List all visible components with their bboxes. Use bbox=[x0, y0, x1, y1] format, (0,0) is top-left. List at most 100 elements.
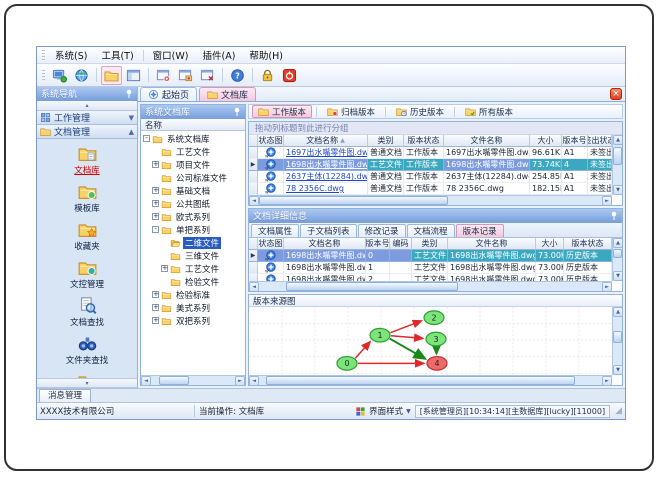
column-header[interactable]: 文件名称 bbox=[448, 238, 536, 250]
expand-icon[interactable]: + bbox=[152, 291, 159, 298]
pin-icon[interactable] bbox=[233, 107, 241, 117]
menu-plugins[interactable]: 插件(A) bbox=[195, 47, 242, 63]
sidebar-item-doc-search[interactable]: 文档查找 bbox=[41, 294, 133, 331]
menu-help[interactable]: 帮助(H) bbox=[242, 47, 290, 63]
scroll-left-icon[interactable]: ◄ bbox=[141, 376, 151, 386]
expand-icon[interactable]: + bbox=[152, 161, 159, 168]
toolbar-drag-grip[interactable] bbox=[42, 69, 45, 81]
tree-node[interactable]: + 项目文件 bbox=[141, 158, 245, 171]
toolbar-monitor-button[interactable] bbox=[49, 66, 70, 85]
tree-node[interactable]: 公司标准文件 bbox=[141, 171, 245, 184]
tab-version-records[interactable]: 版本记录 bbox=[455, 224, 504, 237]
scroll-left-icon[interactable]: ◄ bbox=[249, 376, 259, 386]
tree-node[interactable]: + 工艺文件 bbox=[141, 262, 245, 275]
toolbar-layout-button[interactable] bbox=[123, 66, 144, 85]
tree-node[interactable]: 检验文件 bbox=[141, 275, 245, 288]
tab-modification-records[interactable]: 修改记录 bbox=[357, 224, 406, 237]
sidebar-expand-strip[interactable]: ▾ bbox=[37, 378, 137, 388]
graph-hscrollbar[interactable]: ◄ ► bbox=[249, 375, 612, 386]
table-row[interactable]: ▶ w 1698出水嘴零件图.dwg 工艺文件 工作版本 1698出水嘴零件图.dwg 73… bbox=[249, 159, 612, 171]
sidebar-item-folder-search[interactable]: 文件夹查找 bbox=[41, 332, 133, 369]
scroll-down-icon[interactable]: ▼ bbox=[613, 271, 622, 281]
graph-vscrollbar[interactable]: ▲ ▼ bbox=[612, 307, 623, 375]
version-table-hscrollbar[interactable]: ◄ ► bbox=[249, 195, 612, 205]
column-header[interactable]: 类别 bbox=[412, 238, 448, 250]
tree-column-header[interactable]: 名称 bbox=[141, 119, 245, 131]
toolbar-folder-window-button[interactable] bbox=[101, 65, 122, 85]
column-header[interactable]: 文件名称 bbox=[444, 135, 530, 147]
column-header[interactable]: 版本号 bbox=[562, 135, 588, 147]
collapse-icon[interactable]: - bbox=[152, 226, 159, 233]
sidebar-collapse-strip[interactable]: ▴ bbox=[37, 101, 137, 111]
sidebar-item-favorites[interactable]: 收藏夹 bbox=[41, 218, 133, 255]
toolbar-exit-button[interactable] bbox=[279, 66, 300, 85]
records-vscrollbar[interactable]: ▲ ▼ bbox=[612, 238, 622, 281]
tab-message-management[interactable]: 消息管理 bbox=[39, 389, 92, 402]
pin-icon[interactable] bbox=[125, 89, 133, 99]
sidebar-group-work-management[interactable]: 工作管理 ▼ bbox=[37, 111, 137, 125]
collapse-icon[interactable]: - bbox=[143, 135, 150, 142]
version-table-vscrollbar[interactable]: ▲ ▼ bbox=[612, 135, 622, 195]
tree-node[interactable]: 二维文件 bbox=[141, 236, 245, 249]
tab-doc-library[interactable]: 文档库 bbox=[199, 87, 257, 101]
table-row[interactable]: w1698出水嘴零件图.dwg1工艺文件1698出水嘴零件图.dwg73.00K… bbox=[249, 262, 612, 274]
menu-tools[interactable]: 工具(T) bbox=[94, 47, 140, 63]
column-header[interactable]: 版本状态 bbox=[564, 238, 612, 250]
expand-icon[interactable]: + bbox=[152, 200, 159, 207]
tree-node[interactable]: + 欧式系列 bbox=[141, 210, 245, 223]
scroll-up-icon[interactable]: ▲ bbox=[613, 135, 622, 145]
resize-grip[interactable]: ◢ bbox=[615, 406, 622, 416]
scroll-right-icon[interactable]: ► bbox=[602, 196, 612, 205]
sidebar-item-doc-control[interactable]: 文控管理 bbox=[41, 256, 133, 293]
toolbar-globe-button[interactable] bbox=[71, 66, 92, 85]
column-header[interactable]: 文档名称 ▲ bbox=[284, 135, 368, 147]
sidebar-item-template-library[interactable]: 模板库 bbox=[41, 180, 133, 217]
interface-style-selector[interactable]: 界面样式 ▼ bbox=[355, 405, 411, 417]
tree-node[interactable]: 工艺文件 bbox=[141, 145, 245, 158]
scroll-up-icon[interactable]: ▲ bbox=[613, 307, 623, 317]
expand-icon[interactable]: + bbox=[152, 213, 159, 220]
column-header[interactable]: 大小 bbox=[530, 135, 562, 147]
sidebar-item-doc-library[interactable]: 文档库 bbox=[41, 142, 133, 179]
expand-icon[interactable]: + bbox=[152, 304, 159, 311]
table-row[interactable]: ▶ w 1698出水嘴零件图.dwg 0 工艺文件 1698出水嘴零件图.dwg 73.00… bbox=[249, 250, 612, 262]
expand-icon[interactable]: + bbox=[152, 317, 159, 324]
tree-node[interactable]: 三维文件 bbox=[141, 249, 245, 262]
column-header[interactable]: 文档名称 bbox=[284, 238, 366, 250]
sidebar-item-checked-out-docs[interactable]: 签出的文档 bbox=[41, 370, 133, 378]
tree-node[interactable]: + 检验标准 bbox=[141, 288, 245, 301]
tree-node[interactable]: + 公共图纸 bbox=[141, 197, 245, 210]
version-source-graph[interactable]: 0 1 2 3 4 bbox=[249, 307, 612, 375]
tree-node[interactable]: + 基础文档 bbox=[141, 184, 245, 197]
toolbar-lock-button[interactable] bbox=[257, 66, 278, 85]
sidebar-group-doc-management[interactable]: 文档管理 ▲ bbox=[37, 125, 137, 139]
scroll-up-icon[interactable]: ▲ bbox=[613, 238, 622, 248]
menu-drag-grip[interactable] bbox=[42, 49, 45, 61]
archive-version-button[interactable]: 归档版本 bbox=[321, 105, 381, 118]
close-view-button[interactable]: × bbox=[610, 88, 622, 100]
scroll-left-icon[interactable]: ◄ bbox=[249, 282, 259, 291]
tab-start-page[interactable]: 起始页 bbox=[140, 87, 198, 101]
table-row[interactable]: w 2637主体(12284).dwg 普通文档 工作版本 2637主体(12284).… bbox=[249, 171, 612, 183]
tree-node[interactable]: - 系统文档库 bbox=[141, 132, 245, 145]
menu-system[interactable]: 系统(S) bbox=[48, 47, 94, 63]
toolbar-help-button[interactable]: ? bbox=[227, 66, 248, 85]
history-version-button[interactable]: 历史版本 bbox=[390, 105, 450, 118]
expand-icon[interactable]: + bbox=[161, 265, 168, 272]
menu-window[interactable]: 窗口(W) bbox=[146, 47, 196, 63]
expand-icon[interactable]: + bbox=[152, 187, 159, 194]
tab-doc-flow[interactable]: 文档流程 bbox=[406, 224, 455, 237]
tab-subdoc-list[interactable]: 子文档列表 bbox=[300, 224, 357, 237]
toolbar-window-switch-button[interactable] bbox=[175, 66, 196, 85]
table-row[interactable]: w78 2356C.dwg普通文档工作版本78 2356C.dwg182.15K… bbox=[249, 183, 612, 195]
column-header[interactable]: 状态图 bbox=[258, 238, 284, 250]
tab-doc-properties[interactable]: 文档属性 bbox=[251, 224, 300, 237]
column-header[interactable]: 状态图 bbox=[258, 135, 284, 147]
scroll-left-icon[interactable]: ◄ bbox=[249, 196, 259, 205]
column-header[interactable]: 大小 bbox=[536, 238, 564, 250]
toolbar-window-close-button[interactable] bbox=[197, 66, 218, 85]
chevron-down-icon[interactable]: ▼ bbox=[129, 114, 134, 122]
column-header[interactable]: 类别 bbox=[368, 135, 404, 147]
column-header[interactable]: 版本号 bbox=[366, 238, 390, 250]
scroll-down-icon[interactable]: ▼ bbox=[613, 365, 623, 375]
